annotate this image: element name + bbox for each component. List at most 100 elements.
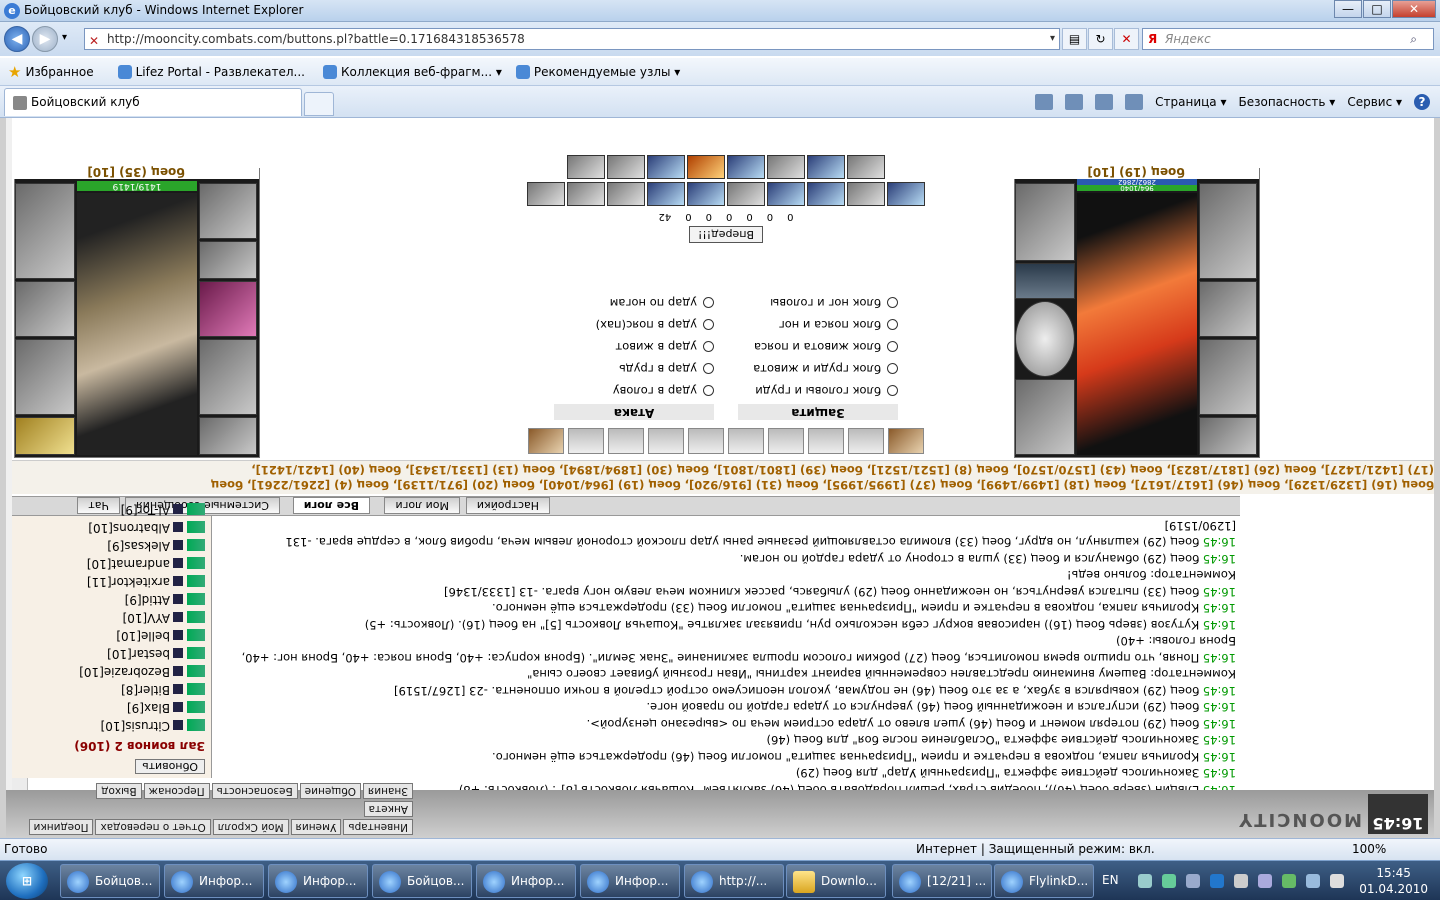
player-item[interactable]: Albatrons[10]	[18, 519, 205, 537]
attack-radio[interactable]	[703, 297, 714, 308]
spell-icon[interactable]	[567, 182, 605, 206]
home-icon[interactable]	[1035, 94, 1054, 110]
volume-icon[interactable]	[1330, 874, 1344, 888]
player-name[interactable]: Bezobrazie[10]	[79, 665, 170, 679]
player-item[interactable]: Blax[9]	[18, 699, 205, 717]
block-radio[interactable]	[887, 319, 898, 330]
game-menu-item[interactable]: Общение	[299, 783, 361, 799]
player-item[interactable]: Citrusis[10]	[18, 717, 205, 735]
empty-slot[interactable]	[688, 428, 724, 454]
empty-slot[interactable]	[648, 428, 684, 454]
fav-item-suggested[interactable]: Рекомендуемые узлы ▾	[515, 64, 680, 79]
spell-icon[interactable]	[727, 155, 765, 179]
private-message-icon[interactable]	[187, 593, 205, 606]
block-radio[interactable]	[887, 341, 898, 352]
feeds-icon[interactable]	[1065, 94, 1084, 110]
boots-slot[interactable]	[1015, 183, 1075, 261]
player-name[interactable]: Albatrons[10]	[88, 521, 170, 535]
player-item[interactable]: Attid[9]	[18, 591, 205, 609]
armor-slot[interactable]	[1199, 339, 1257, 415]
go-button[interactable]: Вперед!!!	[688, 226, 764, 244]
empty-slot[interactable]	[768, 428, 804, 454]
player-item[interactable]: AYV[10]	[18, 609, 205, 627]
spell-icon[interactable]	[687, 182, 725, 206]
player-name[interactable]: Al-Tor[9]	[121, 503, 170, 517]
player-item[interactable]: Bezobrazie[10]	[18, 663, 205, 681]
attack-radio[interactable]	[703, 363, 714, 374]
game-menu-item[interactable]: Поединки	[28, 819, 94, 835]
spell-icon[interactable]	[767, 155, 805, 179]
private-message-icon[interactable]	[187, 611, 205, 624]
game-menu-item[interactable]: Инвентарь	[343, 819, 413, 835]
shield-slot[interactable]	[1015, 301, 1075, 377]
player-item[interactable]: Al-Tor[9]	[18, 501, 205, 519]
fav-item-webslices[interactable]: Коллекция веб-фрагм... ▾	[322, 64, 502, 79]
taskbar-button[interactable]: Инфор...	[580, 864, 680, 898]
taskbar-button[interactable]: Инфор...	[268, 864, 368, 898]
block-radio[interactable]	[887, 363, 898, 374]
player-name[interactable]: Attid[9]	[125, 593, 170, 607]
weapon-slot[interactable]	[1199, 281, 1257, 337]
block-radio[interactable]	[887, 297, 898, 308]
taskbar-button[interactable]: Бойцов...	[372, 864, 472, 898]
refresh-icon[interactable]: ↻	[1088, 28, 1113, 50]
language-indicator[interactable]: EN	[1102, 873, 1119, 887]
taskbar-button[interactable]: [12/21] ...	[892, 864, 992, 898]
empty-slot[interactable]	[728, 428, 764, 454]
close-button[interactable]: ✕	[1392, 0, 1436, 18]
attack-option[interactable]: удар по ногам	[610, 296, 714, 310]
history-dropdown-icon[interactable]: ▾	[62, 32, 67, 43]
weapon-icon[interactable]	[528, 428, 564, 454]
tray-icon[interactable]	[1234, 874, 1248, 888]
spell-icon[interactable]	[527, 182, 565, 206]
private-message-icon[interactable]	[187, 575, 205, 588]
spell-icon[interactable]	[687, 155, 725, 179]
leggings-slot[interactable]	[15, 183, 75, 279]
attack-option[interactable]: удар в живот	[615, 340, 714, 354]
game-menu-item[interactable]: Мой Скролл	[212, 819, 289, 835]
player-item[interactable]: andramat[10]	[18, 555, 205, 573]
tab-settings[interactable]: Настройки	[465, 497, 550, 514]
tray-icon[interactable]	[1138, 874, 1152, 888]
block-option[interactable]: блок пояса и ног	[779, 318, 898, 332]
private-message-icon[interactable]	[187, 629, 205, 642]
address-input[interactable]: ✕ http://mooncity.combats.com/buttons.pl…	[84, 28, 1060, 50]
minimize-button[interactable]: —	[1334, 0, 1362, 18]
game-menu-item[interactable]: Анкета	[363, 801, 413, 817]
compat-view-icon[interactable]: ▤	[1062, 28, 1087, 50]
spell-icon[interactable]	[607, 155, 645, 179]
taskbar-button[interactable]: FlylinkD...	[994, 864, 1094, 898]
player-item[interactable]: Aleksas[9]	[18, 537, 205, 555]
game-menu-item[interactable]: Безопасность	[211, 783, 298, 799]
tray-icon[interactable]	[1186, 874, 1200, 888]
leggings-slot[interactable]	[1199, 183, 1257, 279]
player-name[interactable]: bestar[10]	[107, 647, 170, 661]
block-radio[interactable]	[887, 385, 898, 396]
spell-icon[interactable]	[607, 182, 645, 206]
player-name[interactable]: arxitektor[11]	[87, 575, 170, 589]
tray-icon[interactable]	[1210, 874, 1224, 888]
tray-icon[interactable]	[1282, 874, 1296, 888]
forward-button[interactable]: ▶	[32, 26, 58, 52]
tab-my-logs[interactable]: Мои логи	[384, 497, 460, 514]
private-message-icon[interactable]	[187, 539, 205, 552]
taskbar-button[interactable]: Бойцов...	[60, 864, 160, 898]
block-option[interactable]: блок груди и живота	[753, 362, 898, 376]
player-item[interactable]: arxitektor[11]	[18, 573, 205, 591]
favorites-button[interactable]: ★ Избранное	[8, 63, 94, 81]
helmet-slot[interactable]	[199, 417, 257, 455]
gloves-slot[interactable]	[199, 241, 257, 279]
private-message-icon[interactable]	[187, 557, 205, 570]
helmet-slot[interactable]	[1199, 417, 1257, 455]
spell-icon[interactable]	[647, 155, 685, 179]
spell-icon[interactable]	[647, 182, 685, 206]
game-menu-item[interactable]: Персонаж	[143, 783, 210, 799]
tray-clock[interactable]: 15:45 01.04.2010	[1359, 865, 1428, 897]
player-item[interactable]: belle[10]	[18, 627, 205, 645]
maximize-button[interactable]: □	[1363, 0, 1391, 18]
empty-slot[interactable]	[608, 428, 644, 454]
spell-icon[interactable]	[567, 155, 605, 179]
search-input[interactable]: Я Яндекс ⌕	[1142, 28, 1434, 50]
player-name[interactable]: AYV[10]	[123, 611, 170, 625]
zoom-level[interactable]: 100%	[1352, 839, 1386, 860]
